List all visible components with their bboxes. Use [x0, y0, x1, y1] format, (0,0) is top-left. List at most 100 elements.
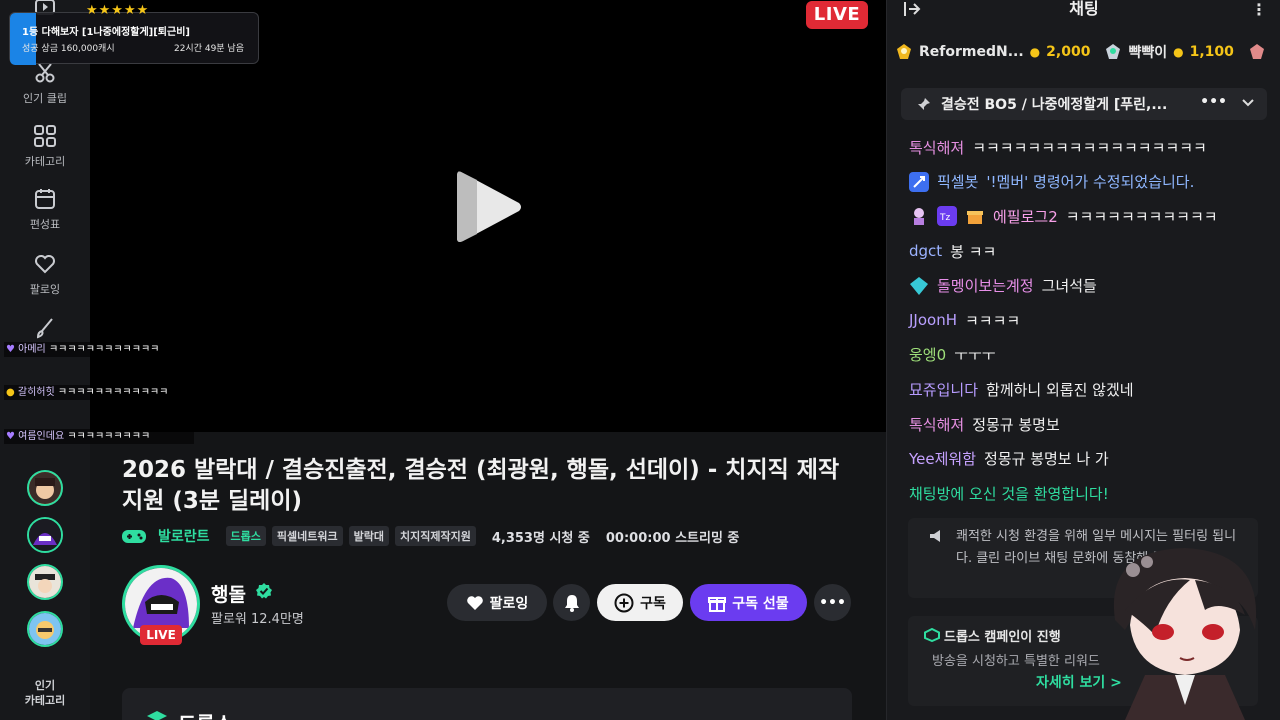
subscribe-button[interactable]: 구독 [597, 584, 683, 621]
sidebar-item-label: 인기 클립 [23, 92, 67, 105]
play-button[interactable] [455, 168, 525, 250]
donor-item[interactable] [1248, 42, 1266, 62]
followed-channel-avatar[interactable] [27, 517, 63, 553]
chat-message: JJoonH ㅋㅋㅋㅋ [909, 303, 1273, 338]
gift-subscription-button[interactable]: 구독 선물 [690, 584, 807, 621]
chat-text: ㅜㅜㅜ [954, 346, 996, 365]
chat-nick[interactable]: 묘쥬입니다 [909, 379, 978, 400]
subscriber-badge-icon: Tz [937, 206, 957, 227]
scissors-icon [35, 63, 55, 83]
chat-message: dgct 봉 ㅋㅋ [909, 234, 1273, 269]
gem-badge-icon [910, 276, 928, 295]
calendar-icon [35, 189, 55, 209]
donor-name: ReformedN... [919, 44, 1024, 60]
donor-item[interactable]: 뺙뺙이 ● 1,100 [1104, 42, 1234, 62]
sidebar-item-brush[interactable] [0, 317, 90, 339]
pinned-notice[interactable]: 결승전 BO5 / 나중에정할게 [푸린,... ••• [901, 88, 1267, 120]
overlay-chat-nick: 아메리 [18, 344, 46, 355]
drops-card: 드롭스 [122, 688, 852, 720]
chat-menu-icon[interactable]: ⋮ [1251, 0, 1267, 19]
follow-button-label: 팔로잉 [489, 595, 529, 612]
chat-message: Yee제워함 정몽규 봉명보 나 가 [909, 441, 1273, 476]
popular-category-label[interactable]: 인기 카테고리 [0, 678, 90, 708]
followed-channel-avatar[interactable] [27, 564, 63, 600]
rating-stars: ★★★★★ [86, 3, 150, 18]
sidebar-item-following[interactable]: 팔로잉 [0, 253, 90, 297]
trophy-gold-icon [897, 44, 911, 59]
heart-icon [35, 255, 55, 274]
sidebar-item-schedule[interactable]: 편성표 [0, 188, 90, 232]
chat-message-list: 톡식해져 ㅋㅋㅋㅋㅋㅋㅋㅋㅋㅋㅋㅋㅋㅋㅋㅋㅋ 픽셀봇 '!멤버' 명령어가 수정… [909, 130, 1273, 511]
chat-nick[interactable]: 픽셀봇 [937, 171, 978, 192]
chat-text: ㅋㅋㅋㅋㅋㅋㅋㅋㅋㅋㅋㅋㅋㅋㅋㅋㅋ [972, 138, 1207, 157]
tag-drops[interactable]: 드롭스 [225, 526, 266, 546]
welcome-text: 채팅방에 오신 것을 환영합니다! [909, 484, 1109, 503]
chat-nick[interactable]: JJoonH [909, 311, 957, 329]
donation-goal-title: 1등 다해보자 [1나중에정할게][퇴근비] [22, 27, 190, 38]
pinned-more-icon[interactable]: ••• [1200, 94, 1227, 110]
chat-message: 톡식해져 정몽규 봉명보 [909, 407, 1273, 442]
avatar-face-icon [29, 472, 61, 504]
vtuber-character-overlay [1113, 548, 1257, 720]
donor-item[interactable]: ReformedN... ● 2,000 [895, 42, 1090, 62]
drops-card-label: 드롭스 [178, 708, 233, 720]
chat-nick[interactable]: 에필로그2 [993, 206, 1058, 227]
gift-badge-icon [967, 211, 983, 225]
chat-nick[interactable]: 웅엥0 [909, 344, 946, 365]
chat-text: 정몽규 봉명보 나 가 [984, 450, 1109, 469]
heart-badge-icon: ♥ [6, 344, 19, 355]
tag-ballakdae[interactable]: 발락대 [348, 526, 390, 546]
chevron-down-icon[interactable] [1241, 96, 1255, 110]
sidebar-item-label: 팔로잉 [29, 283, 61, 296]
overlay-chat-nick: 여름인데요 [18, 431, 65, 442]
overlay-chat-message: ♥ 아메리 ㅋㅋㅋㅋㅋㅋㅋㅋㅋㅋㅋㅋ [4, 342, 194, 357]
chat-text: 봉 ㅋㅋ [950, 242, 997, 261]
grid-icon [34, 125, 56, 147]
sidebar-item-popular-clips[interactable]: 인기 클립 [0, 62, 90, 106]
chat-title: 채팅 [1069, 0, 1099, 18]
plus-circle-icon [614, 593, 634, 612]
bot-badge-icon [909, 171, 929, 192]
chat-message: 묘쥬입니다 함께하니 외롭진 않겠네 [909, 372, 1273, 407]
chat-nick[interactable]: Yee제워함 [909, 448, 976, 469]
chat-nick[interactable]: 톡식해져 [909, 414, 964, 435]
trophy-bronze-icon [1249, 44, 1264, 59]
chat-welcome-message: 채팅방에 오신 것을 환영합니다! [909, 476, 1273, 511]
followed-channel-avatar[interactable] [27, 470, 63, 506]
top-donors-row: ReformedN... ● 2,000 뺙뺙이 ● 1,100 [895, 42, 1266, 62]
subscribe-button-label: 구독 [640, 595, 666, 612]
chat-message: 픽셀봇 '!멤버' 명령어가 수정되었습니다. [909, 165, 1273, 200]
stream-meta-row: 발로란트 드롭스 픽셀네트워크 발락대 치지직제작지원 4,353명 시청 중 … [122, 524, 739, 548]
donation-goal-overlay: 1등 다해보자 [1나중에정할게][퇴근비] 성공 상금 160,000캐시 2… [9, 12, 259, 65]
overlay-chat-message: ♥ 여름인데요 ㅋㅋㅋㅋㅋㅋㅋㅋㅋ [4, 429, 194, 444]
chat-text: '!멤버' 명령어가 수정되었습니다. [986, 173, 1195, 192]
drops-cube-icon [924, 628, 940, 642]
more-options-button[interactable]: ••• [814, 584, 851, 621]
follow-button[interactable]: 팔로잉 [447, 584, 547, 621]
followed-channel-avatar[interactable] [27, 611, 63, 647]
notification-bell-button[interactable] [553, 584, 590, 621]
gamepad-icon [122, 530, 146, 543]
coin-icon: ● [1029, 45, 1041, 59]
heart-filled-icon [466, 595, 483, 610]
donation-goal-bar [10, 13, 36, 65]
chat-nick[interactable]: 돌멩이보는계정 [937, 275, 1034, 296]
tag-pixel-network[interactable]: 픽셀네트워크 [271, 526, 343, 546]
sidebar-item-category[interactable]: 카테고리 [0, 125, 90, 169]
game-category-link[interactable]: 발로란트 [158, 526, 210, 546]
chat-nick[interactable]: 톡식해져 [909, 137, 964, 158]
bell-icon [564, 594, 579, 612]
overlay-chat-text: ㅋㅋㅋㅋㅋㅋㅋㅋㅋㅋㅋㅋ [48, 344, 160, 355]
left-sidebar: 인기 클립 카테고리 편성표 팔로잉 인기 카테고리 [0, 0, 90, 720]
overlay-chat-nick: 갈히허힛 [17, 387, 55, 398]
gift-button-label: 구독 선물 [732, 595, 789, 612]
drops-cube-icon [147, 711, 167, 720]
tag-chzzk-support[interactable]: 치지직제작지원 [395, 526, 476, 546]
channel-name[interactable]: 행돌 [211, 580, 246, 607]
gift-icon [708, 596, 727, 612]
donor-amount: 2,000 [1046, 44, 1091, 60]
brush-icon [36, 318, 53, 339]
donation-goal-prize: 성공 상금 160,000캐시 [22, 44, 115, 54]
verified-icon [256, 583, 272, 599]
chat-nick[interactable]: dgct [909, 242, 942, 260]
